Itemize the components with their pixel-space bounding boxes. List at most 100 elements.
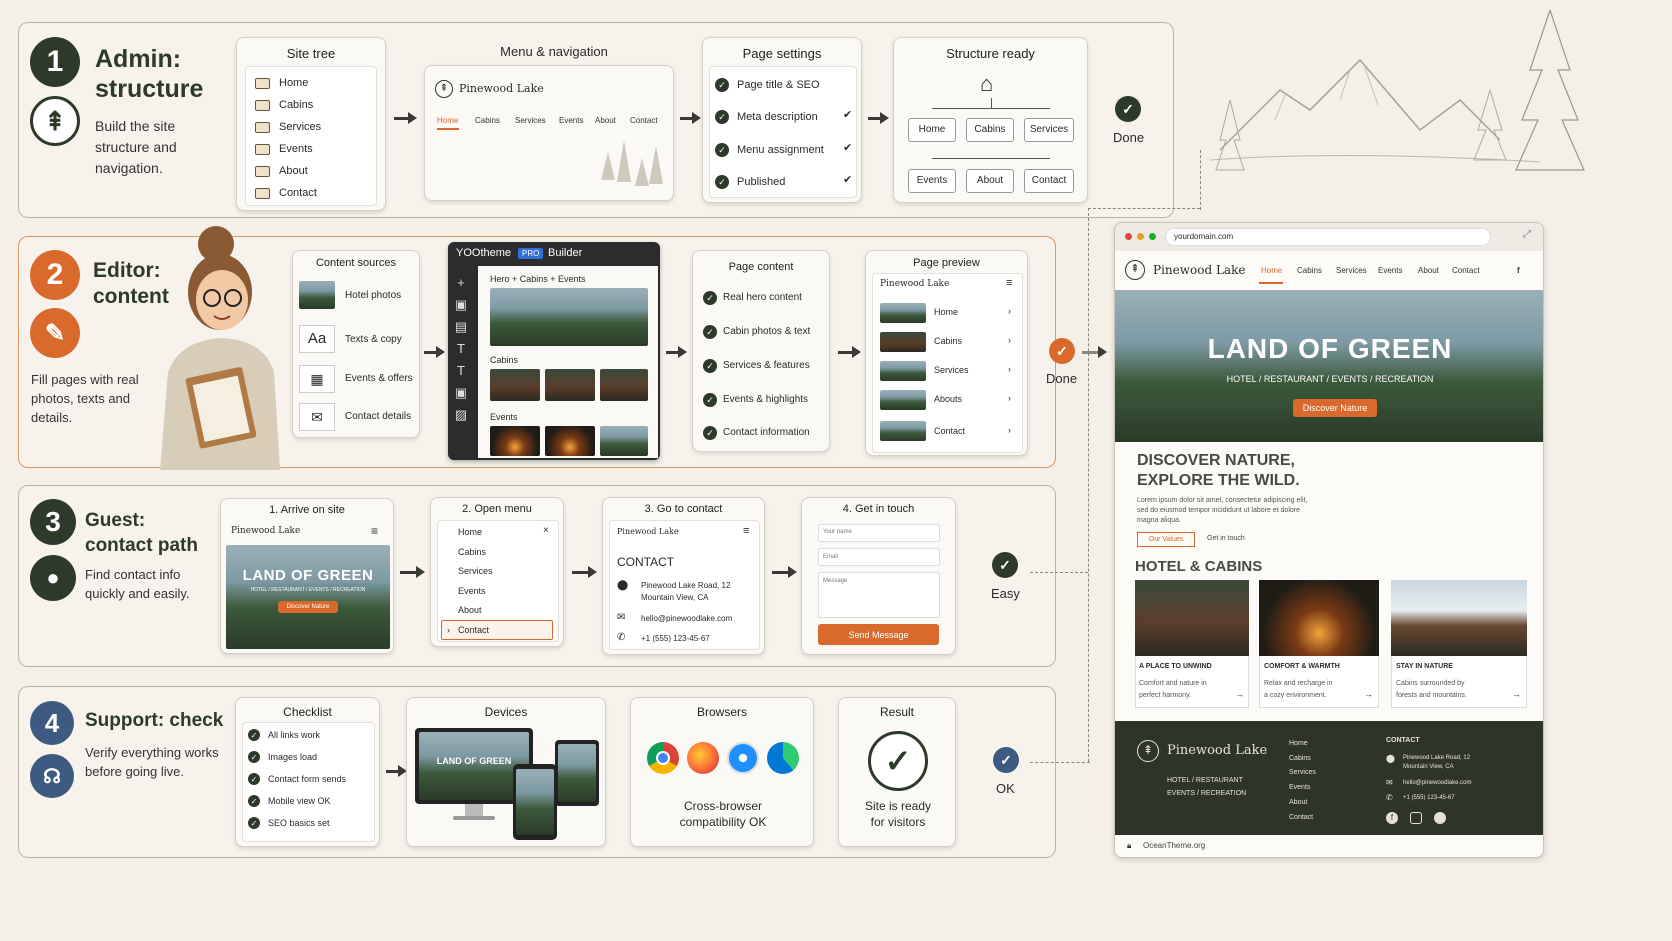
structure-node: Events xyxy=(908,169,956,193)
site-nav-item[interactable]: Services xyxy=(1336,266,1367,275)
result-card: Result ✓ Site is ready for visitors xyxy=(838,697,956,847)
folder-icon xyxy=(255,144,270,155)
expand-icon[interactable]: ⤢ xyxy=(1523,229,1531,240)
text-icon: Aa xyxy=(299,325,335,353)
site-nav-item[interactable]: Home xyxy=(1261,266,1282,275)
site-card-image xyxy=(1135,580,1249,656)
arrow xyxy=(666,346,687,358)
nav-item[interactable]: Contact xyxy=(630,116,658,125)
footer-link[interactable]: Events xyxy=(1289,781,1316,796)
preview-item[interactable]: Home xyxy=(934,307,958,317)
get-in-touch-link[interactable]: Get in touch xyxy=(1207,535,1245,542)
footer-link[interactable]: Contact xyxy=(1289,811,1316,826)
nav-item[interactable]: Cabins xyxy=(475,116,500,125)
email-link[interactable]: hello@pinewoodlake.com xyxy=(641,614,732,623)
preview-item[interactable]: Abouts xyxy=(934,394,962,404)
editor-character-illustration xyxy=(160,226,280,470)
checklist-item: Mobile view OK xyxy=(268,796,331,806)
facebook-icon[interactable]: f xyxy=(1386,812,1398,824)
hamburger-icon[interactable]: ≡ xyxy=(371,524,378,538)
site-card-title: COMFORT & WARMTH xyxy=(1264,663,1340,670)
site-nav-item[interactable]: Contact xyxy=(1452,266,1480,275)
folder-icon xyxy=(255,122,270,133)
footer-link[interactable]: Home xyxy=(1289,737,1316,752)
menu-item[interactable]: About xyxy=(458,605,482,615)
site-hero-subtitle: HOTEL / RESTAURANT / EVENTS / RECREATION xyxy=(1226,374,1434,384)
site-nav-item[interactable]: Cabins xyxy=(1297,266,1322,275)
source-item: Hotel photos xyxy=(345,290,402,301)
builder-tools[interactable]: + ▣ ▤ T T ▣ ▨ xyxy=(454,272,468,426)
hamburger-icon[interactable]: ≡ xyxy=(743,525,749,537)
footer-link[interactable]: About xyxy=(1289,796,1316,811)
tree-item[interactable]: Services xyxy=(279,121,321,133)
message-field[interactable]: Message xyxy=(823,578,847,584)
nav-item[interactable]: Services xyxy=(515,116,546,125)
check-icon: ✓ xyxy=(248,751,260,763)
site-bottom-link[interactable]: OceanTheme.org xyxy=(1143,841,1205,850)
close-icon[interactable]: × xyxy=(543,525,549,536)
nav-item[interactable]: Home xyxy=(437,116,458,125)
result-title: Result xyxy=(879,705,914,719)
photo-thumb xyxy=(299,281,335,309)
menu-item[interactable]: Services xyxy=(458,566,493,576)
address-line: Mountain View, CA xyxy=(641,593,709,602)
phone-link[interactable]: +1 (555) 123-45-67 xyxy=(641,634,710,643)
browsers-caption: compatibility OK xyxy=(679,815,767,829)
arrow xyxy=(394,112,417,124)
step-1-badge: 1 xyxy=(30,37,80,87)
content-item: Cabin photos & text xyxy=(723,326,811,337)
instagram-icon[interactable] xyxy=(1410,812,1422,824)
arrow-right-icon[interactable]: → xyxy=(1512,689,1521,699)
facebook-icon[interactable]: f xyxy=(1517,266,1520,275)
name-field[interactable]: Your name xyxy=(823,529,852,535)
arrive-title: 1. Arrive on site xyxy=(269,504,345,516)
tree-item[interactable]: Cabins xyxy=(279,99,313,111)
arrow-right-icon[interactable]: → xyxy=(1364,689,1373,699)
user-icon: ● xyxy=(30,555,76,601)
menu-item-contact[interactable]: Contact xyxy=(458,625,489,635)
menu-item[interactable]: Cabins xyxy=(458,547,486,557)
footer-email[interactable]: hello@pinewoodlake.com xyxy=(1403,780,1471,786)
site-nav-item[interactable]: Events xyxy=(1378,266,1402,275)
preview-thumb xyxy=(880,390,926,410)
tree-item[interactable]: Home xyxy=(279,77,308,89)
our-values-button[interactable]: Our Values xyxy=(1137,532,1195,547)
page-settings-card: Page settings ✓ Page title & SEO ✓ Meta de… xyxy=(702,37,862,203)
done-label: Done xyxy=(1046,371,1078,386)
site-nav-item[interactable]: About xyxy=(1418,266,1439,275)
site-card-image xyxy=(1391,580,1527,656)
footer-phone[interactable]: +1 (555) 123-45-67 xyxy=(1403,795,1455,801)
footer-link[interactable]: Cabins xyxy=(1289,752,1316,767)
page-preview-card: Page preview Pinewood Lake ≡ Home › Cabin… xyxy=(865,250,1028,456)
checklist-item: SEO basics set xyxy=(268,818,330,828)
tripadvisor-icon[interactable] xyxy=(1434,812,1446,824)
nav-item[interactable]: About xyxy=(595,116,616,125)
source-item: Texts & copy xyxy=(345,334,402,345)
brand: Pinewood Lake xyxy=(231,526,301,536)
hamburger-icon[interactable]: ≡ xyxy=(1006,277,1012,289)
result-caption: for visitors xyxy=(870,815,926,829)
discover-nature-button[interactable]: Discover Nature xyxy=(1293,399,1377,417)
tree-item[interactable]: Events xyxy=(279,143,313,155)
step-2-badge: 2 xyxy=(30,250,80,300)
preview-item[interactable]: Services xyxy=(934,365,969,375)
preview-item[interactable]: Cabins xyxy=(934,336,962,346)
checklist-item: All links work xyxy=(268,730,321,740)
address-bar[interactable]: yourdomain.com xyxy=(1165,228,1491,246)
device-hero: LAND OF GREEN xyxy=(436,756,512,766)
brand: Pinewood Lake xyxy=(617,527,679,536)
nav-item[interactable]: Events xyxy=(559,116,583,125)
menu-item[interactable]: Home xyxy=(458,527,482,537)
send-message-button[interactable]: Send Message xyxy=(818,624,939,645)
discover-button[interactable]: Discover Nature xyxy=(278,601,338,613)
menu-item[interactable]: Events xyxy=(458,586,486,596)
tree-item[interactable]: About xyxy=(279,165,308,177)
site-card-text: a cozy environment. xyxy=(1264,692,1327,699)
footer-link[interactable]: Services xyxy=(1289,766,1316,781)
preview-item[interactable]: Contact xyxy=(934,426,965,436)
logo-icon: ⇞ xyxy=(435,80,453,98)
site-brand[interactable]: Pinewood Lake xyxy=(1153,263,1245,277)
arrow-right-icon[interactable]: → xyxy=(1235,689,1244,699)
email-field[interactable]: Email xyxy=(823,554,838,560)
tree-item[interactable]: Contact xyxy=(279,187,317,199)
